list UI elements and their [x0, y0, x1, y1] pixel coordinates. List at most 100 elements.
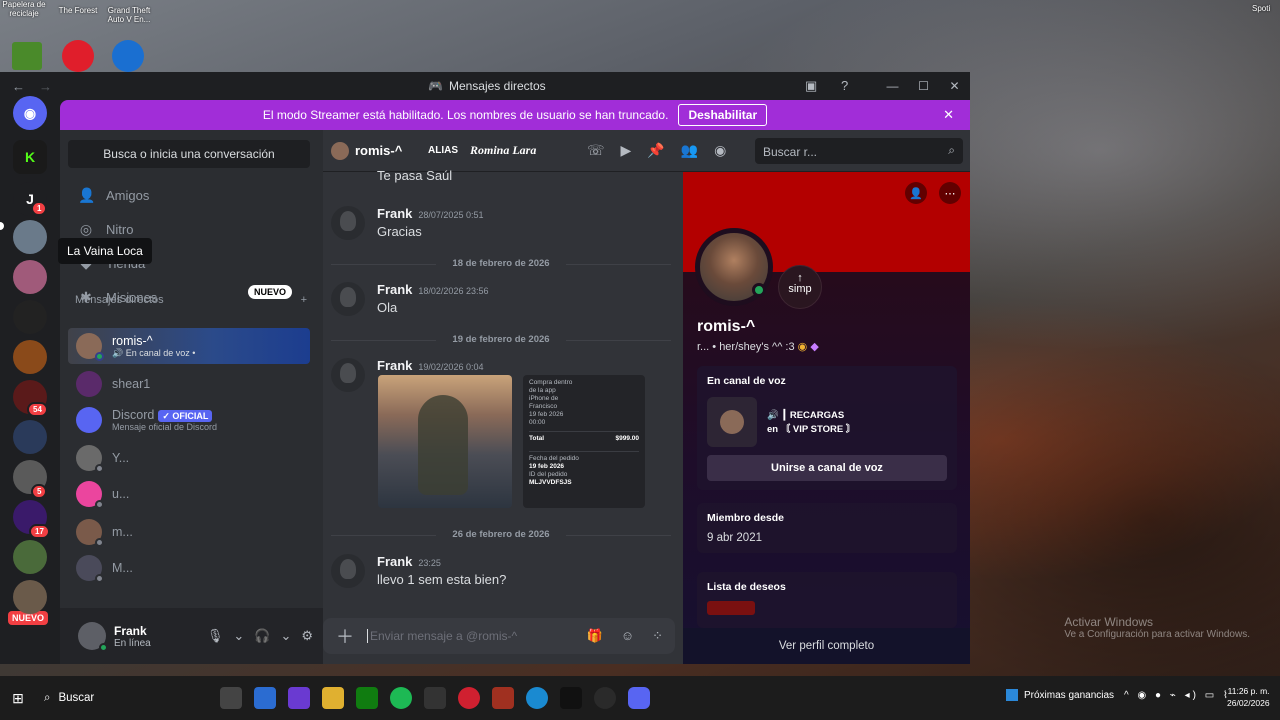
apps-icon[interactable]: ⁘ [652, 628, 663, 644]
dm-item-shear1[interactable]: shear1 [68, 366, 310, 402]
profile-avatar[interactable] [695, 228, 773, 306]
opera-icon[interactable] [458, 687, 480, 709]
chevron-down-icon[interactable]: ⌄ [280, 628, 291, 644]
app-desktop-icon[interactable] [62, 40, 94, 72]
task-view-icon[interactable] [220, 687, 242, 709]
spotify-icon[interactable] [390, 687, 412, 709]
system-tray[interactable]: ^ ◉ ● ⌁ ◂) ▭ ⌇ [1124, 690, 1231, 701]
chevron-down-icon[interactable]: ⌄ [233, 628, 244, 644]
online-status-icon [99, 643, 108, 652]
clock-date: 26/02/2026 [1227, 698, 1270, 708]
author-avatar[interactable] [331, 206, 365, 240]
close-icon[interactable]: ✕ [939, 79, 970, 93]
pin-icon[interactable]: 📌 [647, 142, 664, 159]
message-author[interactable]: Frank 19/02/2026 0:04 [377, 358, 483, 373]
forward-arrow-icon[interactable]: → [39, 79, 52, 94]
message-author[interactable]: Frank 28/07/2025 0:51 [377, 206, 483, 221]
author-avatar[interactable] [331, 282, 365, 316]
avatar [76, 481, 104, 509]
dm-item-romis[interactable]: romis-^ 🔊 En canal de voz • [68, 328, 310, 364]
message-text: llevo 1 sem esta bien? [377, 572, 507, 587]
add-attachment-icon[interactable]: ＋ [323, 623, 367, 649]
desktop-icon-spotify[interactable]: Spoti [1252, 4, 1270, 13]
server-icon[interactable] [13, 580, 47, 614]
discord-home-icon[interactable]: ◉ [13, 96, 47, 130]
message-author[interactable]: Frank 23:25 [377, 554, 441, 569]
server-icon[interactable] [13, 540, 47, 574]
voice-channel-name: 🔊 ┃ RECARGAS [767, 410, 855, 421]
server-icon[interactable] [13, 260, 47, 294]
message-input[interactable]: ＋ Enviar mensaje a @romis-^ 🎁 ☺ ⁘ [323, 618, 675, 654]
wishlist-item[interactable] [707, 601, 755, 615]
desktop-icon-the-forest[interactable]: The Forest [56, 6, 100, 15]
back-arrow-icon[interactable]: ← [12, 79, 25, 94]
video-call-icon[interactable]: ▶ [621, 142, 632, 159]
avatar [76, 519, 104, 547]
date-divider: 19 de febrero de 2026 [331, 334, 671, 345]
edge-icon[interactable] [526, 687, 548, 709]
dm-item-m2[interactable]: M... [68, 550, 310, 586]
taskbar-clock[interactable]: 11:26 p. m. 26/02/2026 [1227, 685, 1270, 709]
taskbar: ⊞ ⌕ Buscar Próximas ganancias ^ ◉ ● ⌁ ◂)… [0, 676, 1280, 720]
tiktok-icon[interactable] [560, 687, 582, 709]
chat-search-input[interactable]: Buscar r... ⌕ [755, 137, 963, 164]
minimize-icon[interactable]: — [877, 79, 908, 93]
user-profile-icon[interactable]: ◉ [714, 142, 726, 159]
status-text: simp [788, 283, 812, 295]
desktop-icon-recycle-bin[interactable]: Papelera de reciclaje [0, 0, 48, 18]
news-text: Próximas ganancias [1024, 689, 1115, 701]
image-attachment-receipt[interactable]: Compra dentro de la app iPhone de Franci… [523, 375, 645, 508]
dm-item-m[interactable]: m... [68, 514, 310, 550]
find-conversation-button[interactable]: Busca o inicia una conversación [68, 140, 310, 168]
chat-recipient[interactable]: romis-^ [331, 141, 402, 160]
server-icon[interactable] [13, 300, 47, 334]
app-icon[interactable] [492, 687, 514, 709]
emoji-icon[interactable]: ☺ [621, 628, 634, 644]
nav-item-friends[interactable]: 👤 Amigos [68, 178, 308, 212]
app-icon[interactable] [288, 687, 310, 709]
help-icon[interactable]: ? [841, 78, 848, 93]
gift-icon[interactable]: 🎁 [587, 628, 603, 644]
taskbar-news-widget[interactable]: Próximas ganancias [1006, 689, 1114, 701]
profile-meta-text: r... • her/shey's ^^ :3 [697, 341, 795, 353]
app-icon[interactable] [254, 687, 276, 709]
nitro-icon: ◎ [79, 220, 93, 237]
obs-icon[interactable] [594, 687, 616, 709]
more-options-icon[interactable]: ⋯ [939, 182, 961, 204]
add-friend-icon[interactable]: 👤 [905, 182, 927, 204]
dm-item-discord[interactable]: Discord ✓ OFICIAL Mensaje oficial de Disc… [68, 402, 310, 438]
maximize-icon[interactable]: ☐ [908, 79, 939, 93]
author-avatar[interactable] [331, 554, 365, 588]
discord-icon[interactable] [628, 687, 650, 709]
image-attachment-soldier[interactable] [378, 375, 512, 508]
join-voice-button[interactable]: Unirse a canal de voz [707, 455, 947, 481]
file-explorer-icon[interactable] [322, 687, 344, 709]
inbox-icon[interactable]: ▣ [805, 78, 817, 94]
server-icon[interactable] [13, 420, 47, 454]
server-kick-icon[interactable]: K [13, 140, 47, 174]
dm-item-y[interactable]: Y... [68, 440, 310, 476]
disable-streamer-button[interactable]: Deshabilitar [678, 104, 768, 126]
user-avatar[interactable] [78, 622, 108, 652]
app-desktop-icon[interactable] [112, 40, 144, 72]
windows-start-icon[interactable]: ⊞ [2, 690, 34, 707]
receipt-order-date: Fecha del pedido 19 feb 2026 ID del pedi… [529, 451, 639, 487]
headphones-icon[interactable]: 🎧 [254, 628, 270, 644]
minecraft-desktop-icon[interactable] [12, 42, 42, 70]
view-full-profile-button[interactable]: Ver perfil completo [683, 628, 970, 664]
call-icon[interactable]: ☏ [587, 142, 605, 159]
create-dm-button[interactable]: + [301, 294, 307, 306]
close-banner-icon[interactable]: ✕ [943, 107, 954, 123]
app-icon[interactable] [424, 687, 446, 709]
settings-gear-icon[interactable]: ⚙ [301, 628, 313, 644]
desktop-icon-gta-v[interactable]: Grand Theft Auto V En... [104, 6, 154, 24]
microphone-icon[interactable]: 🎙 [207, 628, 224, 644]
server-la-vaina-loca[interactable] [13, 220, 47, 254]
dm-item-u[interactable]: u... [68, 476, 310, 512]
xbox-icon[interactable] [356, 687, 378, 709]
server-icon[interactable] [13, 340, 47, 374]
message-author[interactable]: Frank 18/02/2026 23:56 [377, 282, 488, 297]
add-friend-icon[interactable]: 👥 [681, 142, 698, 159]
taskbar-search[interactable]: ⌕ Buscar [34, 683, 210, 713]
author-avatar[interactable] [331, 358, 365, 392]
